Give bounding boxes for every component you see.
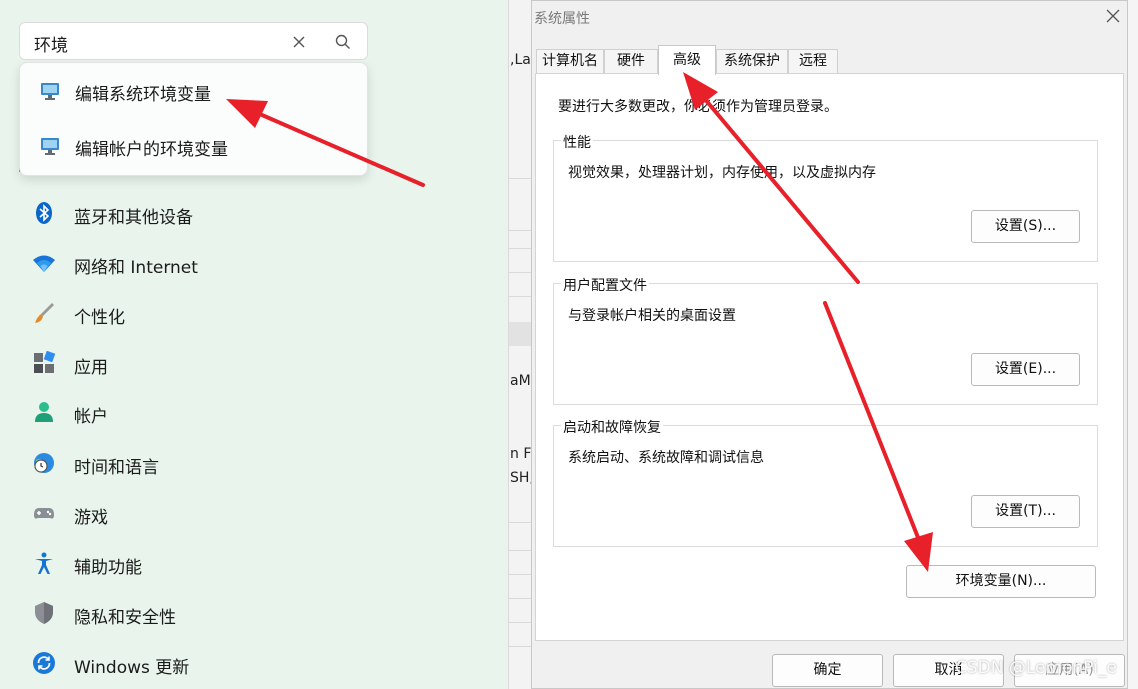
strip-divider xyxy=(509,622,532,623)
group-performance xyxy=(553,140,1098,262)
suggestion-edit-account-env[interactable]: 编辑帐户的环境变量 xyxy=(20,120,367,172)
system-properties-dialog: 系统属性 计算机名 硬件 高级 系统保护 远程 要进行大多数更改，你必须作为管理… xyxy=(531,0,1128,689)
nav-item-gaming[interactable]: 游戏 xyxy=(0,491,508,535)
strip-divider xyxy=(509,230,532,231)
group-title-startup-recovery: 启动和故障恢复 xyxy=(561,417,663,437)
nav-item-personalization[interactable]: 个性化 xyxy=(0,291,508,335)
nav-item-network[interactable]: 网络和 Internet xyxy=(0,241,508,285)
nav-item-label: 应用 xyxy=(74,358,108,378)
tab-advanced[interactable]: 高级 xyxy=(658,45,716,75)
monitor-settings-icon xyxy=(41,138,59,155)
nav-item-accessibility[interactable]: 辅助功能 xyxy=(0,541,508,585)
wifi-icon xyxy=(33,255,55,272)
tab-hardware[interactable]: 硬件 xyxy=(604,49,658,73)
bluetooth-icon xyxy=(36,202,52,224)
settings-window: 环境 编辑系统环境变量 编辑帐户的环境变量 蓝牙和其他设备 网络和 Intern… xyxy=(0,0,508,689)
nav-item-label: Windows 更新 xyxy=(74,658,190,678)
accessibility-icon xyxy=(35,552,53,574)
suggestion-edit-system-env[interactable]: 编辑系统环境变量 xyxy=(20,65,367,117)
nav-item-label: 蓝牙和其他设备 xyxy=(74,208,193,228)
nav-item-windows-update[interactable]: Windows 更新 xyxy=(0,641,508,685)
group-user-profiles xyxy=(553,283,1098,405)
nav-item-bluetooth[interactable]: 蓝牙和其他设备 xyxy=(0,191,508,235)
search-suggestions: 编辑系统环境变量 编辑帐户的环境变量 xyxy=(19,62,368,176)
nav-item-label: 网络和 Internet xyxy=(74,258,198,278)
strip-divider xyxy=(509,248,532,249)
strip-divider xyxy=(509,296,532,297)
brush-icon xyxy=(35,303,54,323)
close-icon[interactable] xyxy=(1104,7,1122,25)
suggestion-label: 编辑帐户的环境变量 xyxy=(75,140,228,160)
tab-remote[interactable]: 远程 xyxy=(788,49,838,73)
nav-item-label: 隐私和安全性 xyxy=(74,608,176,628)
gamepad-icon xyxy=(34,508,54,519)
group-title-performance: 性能 xyxy=(561,132,593,152)
nav-item-label: 游戏 xyxy=(74,508,108,528)
nav-item-label: 辅助功能 xyxy=(74,558,142,578)
tab-system-protection[interactable]: 系统保护 xyxy=(716,49,788,73)
search-input-value: 环境 xyxy=(34,36,68,56)
apps-icon xyxy=(34,351,56,373)
strip-divider xyxy=(509,550,532,551)
strip-divider xyxy=(509,522,532,523)
strip-band xyxy=(509,0,532,40)
dialog-title: 系统属性 xyxy=(534,11,590,27)
admin-notice: 要进行大多数更改，你必须作为管理员登录。 xyxy=(558,99,838,115)
strip-divider xyxy=(509,646,532,647)
nav-item-accounts[interactable]: 帐户 xyxy=(0,390,508,434)
person-icon xyxy=(35,402,53,422)
group-title-user-profiles: 用户配置文件 xyxy=(561,275,649,295)
ok-button[interactable]: 确定 xyxy=(772,654,883,687)
suggestion-label: 编辑系统环境变量 xyxy=(75,85,211,105)
strip-divider xyxy=(509,272,532,273)
search-icon[interactable] xyxy=(334,33,352,51)
globe-clock-icon xyxy=(34,453,54,473)
strip-divider xyxy=(509,574,532,575)
environment-variables-button[interactable]: 环境变量(N)... xyxy=(906,565,1096,598)
performance-settings-button[interactable]: 设置(S)... xyxy=(971,210,1080,243)
group-desc-performance: 视觉效果，处理器计划，内存使用，以及虚拟内存 xyxy=(568,165,876,181)
nav-item-label: 帐户 xyxy=(74,407,108,427)
nav-item-label: 时间和语言 xyxy=(74,458,159,478)
group-desc-user-profiles: 与登录帐户相关的桌面设置 xyxy=(568,308,736,324)
clear-icon[interactable] xyxy=(290,33,308,51)
nav-item-time-language[interactable]: 时间和语言 xyxy=(0,441,508,485)
strip-divider xyxy=(509,598,532,599)
nav-item-apps[interactable]: 应用 xyxy=(0,341,508,385)
background-text-fragment: aM xyxy=(510,373,531,389)
strip-band xyxy=(509,322,532,346)
startup-recovery-settings-button[interactable]: 设置(T)... xyxy=(971,495,1080,528)
search-input[interactable]: 环境 xyxy=(19,22,368,60)
strip-divider xyxy=(509,178,532,179)
nav-item-privacy[interactable]: 隐私和安全性 xyxy=(0,591,508,635)
group-desc-startup-recovery: 系统启动、系统故障和调试信息 xyxy=(568,450,764,466)
tab-computer-name[interactable]: 计算机名 xyxy=(536,49,604,73)
watermark: CSDN @LemonPi_e xyxy=(955,658,1117,678)
nav-item-label: 个性化 xyxy=(74,308,125,328)
update-icon xyxy=(33,652,55,674)
monitor-settings-icon xyxy=(41,83,59,100)
user-profiles-settings-button[interactable]: 设置(E)... xyxy=(971,353,1080,386)
shield-icon xyxy=(35,602,53,624)
group-startup-recovery xyxy=(553,425,1098,547)
